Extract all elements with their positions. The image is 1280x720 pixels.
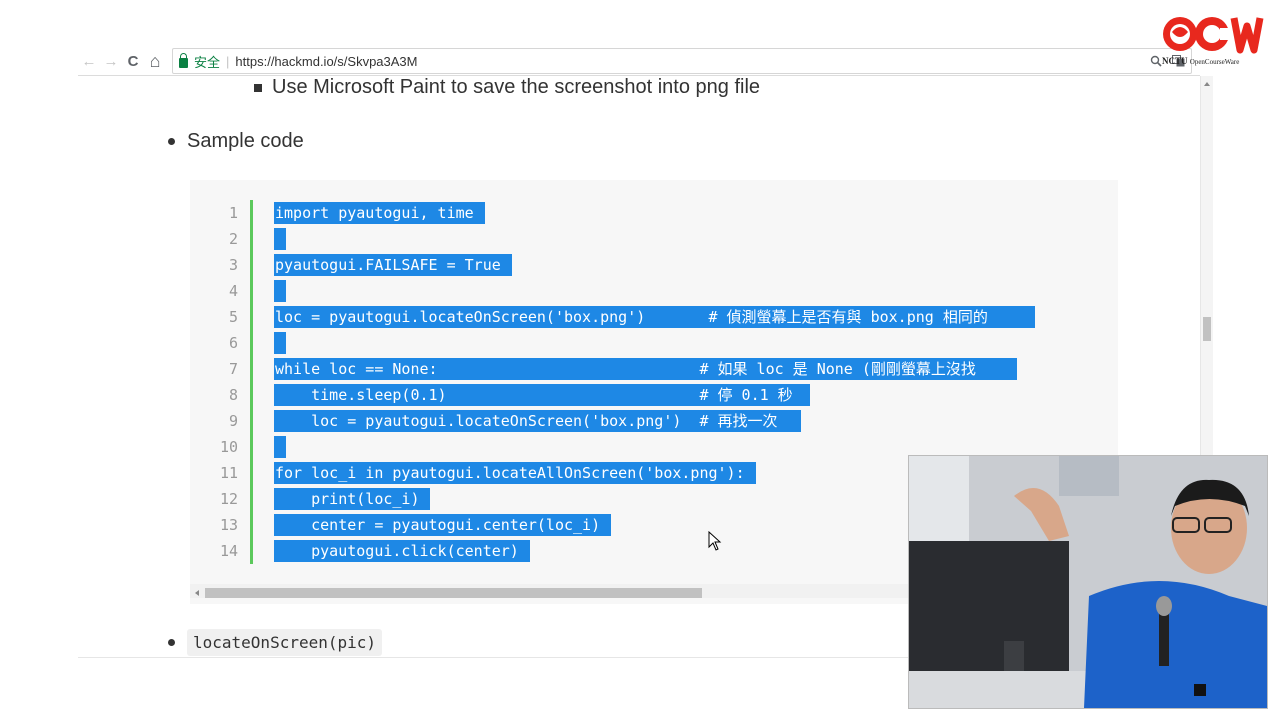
scroll-left-icon[interactable] [195, 590, 199, 596]
logo-caption: NCTU OpenCourseWare [1162, 56, 1239, 66]
line-number: 9 [228, 412, 238, 430]
code-text: for loc_i in pyautogui.locateAllOnScreen… [275, 464, 745, 482]
code-line[interactable]: 8 time.sleep(0.1) # 停 0.1 秒 [190, 382, 1118, 408]
line-number: 14 [219, 542, 238, 560]
bullet-dot-icon [168, 639, 175, 646]
line-number: 5 [228, 308, 238, 326]
secure-label: 安全 [194, 54, 221, 70]
inline-code: locateOnScreen(pic) [187, 629, 383, 656]
line-number: 1 [228, 204, 238, 222]
scroll-thumb[interactable] [205, 588, 702, 598]
address-bar[interactable]: 安全 | https://hackmd.io/s/Skvpa3A3M [172, 48, 1192, 74]
selection-highlight [274, 332, 286, 354]
code-text: pyautogui.FAILSAFE = True [275, 256, 501, 274]
code-line[interactable]: 9 loc = pyautogui.locateOnScreen('box.pn… [190, 408, 1118, 434]
sub-bullet-text: Use Microsoft Paint to save the screensh… [272, 76, 761, 98]
bullet-text: Sample code [187, 130, 304, 152]
home-icon[interactable]: ⌂ [144, 51, 166, 72]
code-text: pyautogui.click(center) [275, 542, 519, 560]
selection-highlight [274, 228, 286, 250]
line-number: 13 [219, 516, 238, 534]
back-icon[interactable]: ← [78, 53, 100, 70]
line-number: 4 [228, 282, 238, 300]
line-number: 12 [219, 490, 238, 508]
code-text: time.sleep(0.1) # 停 0.1 秒 [275, 386, 793, 404]
code-line[interactable]: 3 pyautogui.FAILSAFE = True [190, 252, 1118, 278]
code-line[interactable]: 5 loc = pyautogui.locateOnScreen('box.png… [190, 304, 1118, 330]
code-line[interactable]: 4 [190, 278, 1118, 304]
code-text: import pyautogui, time [275, 204, 474, 222]
forward-icon[interactable]: → [100, 53, 122, 70]
line-number: 3 [228, 256, 238, 274]
mouse-cursor-icon [708, 531, 722, 551]
scroll-up-icon[interactable] [1204, 82, 1210, 86]
line-number: 2 [228, 230, 238, 248]
selection-highlight [274, 436, 286, 458]
code-line[interactable]: 6 [190, 330, 1118, 356]
line-number: 7 [228, 360, 238, 378]
code-text: center = pyautogui.center(loc_i) [275, 516, 601, 534]
sub-bullet-item: Use Microsoft Paint to save the screensh… [254, 76, 760, 99]
bullet-dot-icon [168, 138, 175, 145]
code-text: while loc == None: # 如果 loc 是 None (剛剛螢幕… [275, 360, 976, 378]
code-line[interactable]: 2 [190, 226, 1118, 252]
code-text: loc = pyautogui.locateOnScreen('box.png'… [275, 412, 778, 430]
logo-ocw-text: OpenCourseWare [1189, 58, 1240, 66]
scroll-thumb[interactable] [1203, 317, 1211, 341]
line-number: 8 [228, 386, 238, 404]
bullet-square-icon [254, 83, 262, 92]
divider: | [226, 53, 230, 69]
selection-highlight [274, 280, 286, 302]
line-number: 11 [219, 464, 238, 482]
bullet-item-sample-code: Sample code [168, 130, 304, 153]
reload-icon[interactable]: C [122, 53, 144, 70]
lecturer-video-frame [909, 456, 1267, 708]
logo-nctu-text: NCTU [1162, 56, 1188, 66]
bullet-item-locate: locateOnScreen(pic) [168, 629, 383, 656]
code-line[interactable]: 1 import pyautogui, time [190, 200, 1118, 226]
code-text: loc = pyautogui.locateOnScreen('box.png'… [275, 308, 988, 326]
line-number: 6 [228, 334, 238, 352]
lock-icon [179, 52, 188, 68]
browser-toolbar: ← → C ⌂ 安全 | https://hackmd.io/s/Skvpa3A… [78, 47, 1200, 76]
url-text[interactable]: https://hackmd.io/s/Skvpa3A3M [235, 54, 417, 69]
line-number: 10 [219, 438, 238, 456]
code-text: print(loc_i) [275, 490, 420, 508]
code-line[interactable]: 7 while loc == None: # 如果 loc 是 None (剛剛螢… [190, 356, 1118, 382]
webcam-video [908, 455, 1268, 709]
